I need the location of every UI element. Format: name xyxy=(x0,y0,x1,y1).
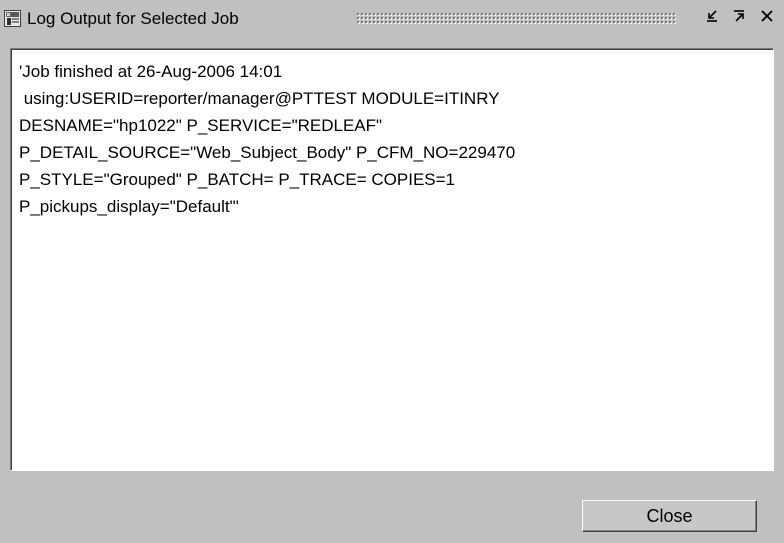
close-icon xyxy=(760,9,774,28)
oracle-forms-icon xyxy=(4,10,21,27)
log-line: P_pickups_display="Default"' xyxy=(19,197,239,216)
maximize-button[interactable] xyxy=(729,8,749,28)
log-output-textarea[interactable]: 'Job finished at 26-Aug-2006 14:01 using… xyxy=(10,48,774,471)
log-line: 'Job finished at 26-Aug-2006 14:01 xyxy=(19,62,283,81)
log-output-dialog: Log Output for Selected Job 'Job finishe… xyxy=(0,0,784,543)
minimize-icon xyxy=(705,9,719,28)
window-title: Log Output for Selected Job xyxy=(27,9,239,28)
log-line: P_STYLE="Grouped" P_BATCH= P_TRACE= COPI… xyxy=(19,170,456,189)
log-line: P_DETAIL_SOURCE="Web_Subject_Body" P_CFM… xyxy=(19,143,516,162)
title-bar[interactable]: Log Output for Selected Job xyxy=(0,0,784,36)
maximize-icon xyxy=(732,9,746,28)
close-button[interactable]: Close xyxy=(582,500,757,532)
log-line: using:USERID=reporter/manager@PTTEST MOD… xyxy=(19,89,500,108)
minimize-button[interactable] xyxy=(702,8,722,28)
log-line: DESNAME="hp1022" P_SERVICE="REDLEAF" xyxy=(19,116,383,135)
close-window-button[interactable] xyxy=(757,8,777,28)
title-bar-grip xyxy=(356,12,676,24)
